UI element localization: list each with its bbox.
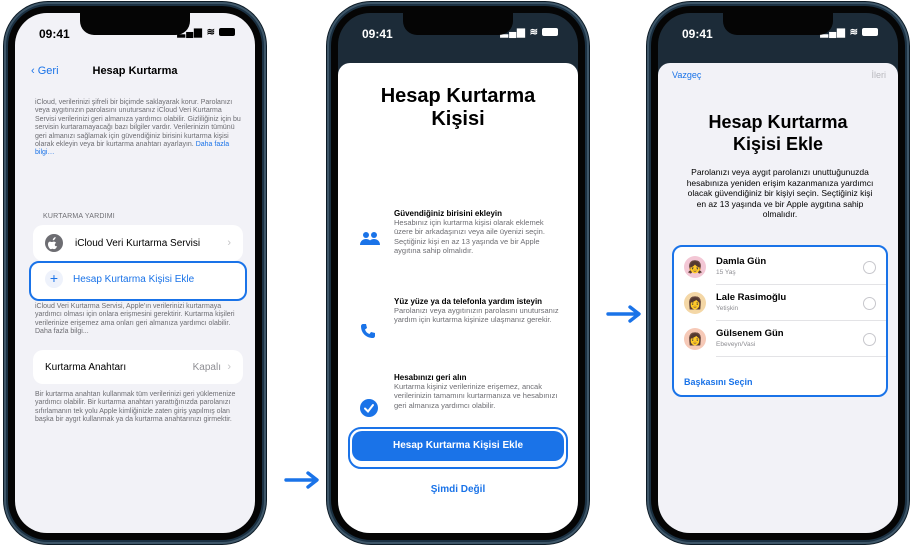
status-time: 09:41: [682, 27, 713, 41]
avatar: 👩: [684, 292, 706, 314]
contact-detail: Yetişkin: [716, 305, 739, 312]
people-icon: [360, 231, 380, 249]
apple-icon: [45, 234, 63, 252]
phone-recovery-contact-intro: 09:41 ▂▄▆ ≋ Hesap Kurtarma Kişisi Güvend…: [327, 2, 589, 544]
feature-text: Hesabınızı geri alın Kurtarma kişiniz ve…: [394, 373, 564, 410]
contact-name: Gülsenem Gün: [716, 328, 784, 339]
arrow-right-icon: [606, 305, 641, 323]
screen-recovery-contact: 09:41 ▂▄▆ ≋ Hesap Kurtarma Kişisi Güvend…: [338, 13, 578, 533]
section-header: KURTARMA YARDIMI: [43, 213, 115, 220]
next-button[interactable]: İleri: [871, 70, 886, 80]
contact-row[interactable]: 👩 Lale Rasimoğlu Yetişkin: [674, 285, 886, 321]
feature-title: Güvendiğiniz birisini ekleyin: [394, 209, 503, 218]
feature-title: Yüz yüze ya da telefonla yardım isteyin: [394, 297, 543, 306]
choose-other-button[interactable]: Başkasını Seçin: [684, 377, 753, 387]
chevron-right-icon: ›: [227, 237, 231, 249]
plus-icon: +: [45, 270, 63, 288]
arrow-right-icon: [284, 471, 319, 489]
status-time: 09:41: [39, 27, 70, 41]
feature-body: Parolanızı veya aygıtınızın parolasını u…: [394, 306, 559, 325]
recovery-help-group: iCloud Veri Kurtarma Servisi ›: [33, 225, 243, 261]
sheet-title: Hesap Kurtarma Kişisi: [380, 85, 536, 130]
radio-button[interactable]: [863, 297, 876, 310]
recovery-key-group: Kurtarma Anahtarı Kapalı ›: [33, 350, 243, 384]
battery-icon: [862, 28, 878, 37]
nav-bar: ‹ Geri Hesap Kurtarma: [15, 53, 255, 83]
description: Parolanızı veya aygıt parolanızı unuttuğ…: [686, 167, 874, 219]
notch: [403, 13, 513, 35]
feature-body: Hesabınız için kurtarma kişisi olarak ek…: [394, 218, 545, 255]
intro-text: iCloud, verilerinizi şifreli bir biçimde…: [35, 99, 241, 158]
add-recovery-contact-row[interactable]: + Hesap Kurtarma Kişisi Ekle: [29, 261, 247, 301]
icloud-note: iCloud Veri Kurtarma Servisi, Apple'ın v…: [35, 303, 235, 336]
feature-text: Güvendiğiniz birisini ekleyin Hesabınız …: [394, 209, 564, 255]
recovery-key-note: Bir kurtarma anahtarı kullanmak tüm veri…: [35, 391, 236, 424]
add-contact-row-inner: + Hesap Kurtarma Kişisi Ekle: [31, 263, 245, 295]
feature-ask-help: Yüz yüze ya da telefonla yardım isteyin …: [360, 297, 564, 367]
not-now-button[interactable]: Şimdi Değil: [338, 484, 578, 495]
radio-button[interactable]: [863, 333, 876, 346]
checkmark-icon: [360, 399, 378, 417]
recovery-key-label: Kurtarma Anahtarı: [45, 362, 127, 373]
radio-button[interactable]: [863, 261, 876, 274]
contact-row[interactable]: 👧 Damla Gün 15 Yaş: [674, 249, 886, 285]
battery-icon: [542, 28, 558, 37]
contact-name: Damla Gün: [716, 256, 767, 267]
contact-list: 👧 Damla Gün 15 Yaş 👩 Lale Rasimoğlu Yeti…: [672, 245, 888, 397]
icloud-service-row[interactable]: iCloud Veri Kurtarma Servisi ›: [33, 225, 243, 261]
feature-text: Yüz yüze ya da telefonla yardım isteyin …: [394, 297, 564, 325]
avatar: 👧: [684, 256, 706, 278]
notch: [723, 13, 833, 35]
feature-add-trusted: Güvendiğiniz birisini ekleyin Hesabınız …: [360, 209, 564, 289]
phone-settings: 09:41 ▂▄▆ ≋ ‹ Geri Hesap Kurtarma iCloud…: [4, 2, 266, 544]
recovery-key-value: Kapalı: [192, 362, 221, 373]
add-contact-label: Hesap Kurtarma Kişisi Ekle: [73, 274, 195, 285]
add-recovery-contact-button[interactable]: Hesap Kurtarma Kişisi Ekle: [352, 431, 564, 461]
feature-title: Hesabınızı geri alın: [394, 373, 467, 382]
notch: [80, 13, 190, 35]
chevron-right-icon: ›: [227, 361, 231, 373]
phone-icon: [360, 323, 378, 341]
cancel-button[interactable]: Vazgeç: [672, 70, 701, 80]
battery-icon: [219, 28, 235, 37]
contact-name: Lale Rasimoğlu: [716, 292, 787, 303]
avatar: 👩: [684, 328, 706, 350]
feature-body: Kurtarma kişiniz verilerinize erişemez, …: [394, 382, 558, 410]
contact-detail: Ebeveyn/Vasi: [716, 341, 756, 348]
phone-choose-contact: 09:41 ▂▄▆ ≋ Vazgeç İleri Hesap Kurtarma …: [647, 2, 909, 544]
row-divider: [716, 356, 886, 357]
screen-account-recovery: 09:41 ▂▄▆ ≋ ‹ Geri Hesap Kurtarma iCloud…: [15, 13, 255, 533]
screen-add-recovery-contact: 09:41 ▂▄▆ ≋ Vazgeç İleri Hesap Kurtarma …: [658, 13, 898, 533]
contact-row[interactable]: 👩 Gülsenem Gün Ebeveyn/Vasi: [674, 321, 886, 357]
status-time: 09:41: [362, 27, 393, 41]
icloud-service-label: iCloud Veri Kurtarma Servisi: [75, 238, 201, 249]
recovery-key-row[interactable]: Kurtarma Anahtarı Kapalı ›: [33, 350, 243, 384]
contact-detail: 15 Yaş: [716, 269, 736, 276]
page-title: Hesap Kurtarma: [92, 65, 178, 77]
sheet-title: Hesap Kurtarma Kişisi Ekle: [708, 112, 848, 154]
